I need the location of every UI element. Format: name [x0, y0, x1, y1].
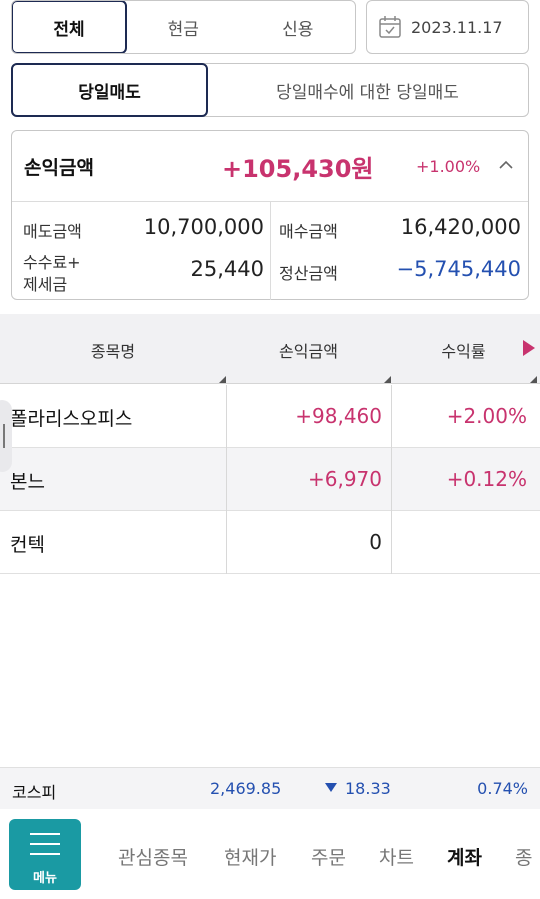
scroll-right-icon[interactable] [523, 340, 535, 356]
sort-corner-icon [219, 376, 226, 383]
header-stock-name[interactable]: 종목명 [0, 338, 226, 362]
settlement-label: 정산금액 [279, 264, 338, 283]
sell-amount-value: 10,700,000 [143, 215, 264, 239]
date-value: 2023.11.17 [411, 17, 503, 37]
market-index-bar[interactable]: 코스피 2,469.85 18.33 0.74% [0, 767, 540, 809]
nav-order[interactable]: 주문 [311, 843, 346, 870]
stock-profit: +98,460 [295, 404, 382, 428]
tab-all[interactable]: 전체 [12, 1, 127, 53]
divider [270, 202, 271, 300]
header-return-rate[interactable]: 수익률 [391, 338, 536, 362]
stock-name: 본느 [10, 471, 45, 493]
index-value: 2,469.85 [210, 779, 282, 798]
sell-amount-label: 매도금액 [23, 222, 82, 241]
stock-profit: +6,970 [307, 467, 382, 491]
nav-account[interactable]: 계좌 [447, 843, 482, 870]
nav-chart[interactable]: 차트 [379, 843, 414, 870]
tab-credit[interactable]: 신용 [241, 1, 356, 53]
index-rate: 0.74% [477, 779, 528, 798]
menu-label: 메뉴 [33, 871, 57, 886]
stock-return: +2.00% [446, 404, 527, 428]
stock-return: +0.12% [446, 467, 527, 491]
index-change: 18.33 [325, 779, 391, 798]
fee-label-line1: 수수료+ [23, 253, 81, 272]
chevron-up-icon[interactable] [498, 157, 514, 173]
tab-same-day-buy-sell[interactable]: 당일매수에 대한 당일매도 [207, 64, 528, 116]
profit-summary-card: 손익금액 +105,430원 +1.00% 매도금액 10,700,000 매수… [11, 130, 529, 300]
hamburger-icon [30, 833, 60, 835]
down-triangle-icon [325, 783, 337, 792]
sort-corner-icon [530, 376, 537, 383]
stock-name: 컨텍 [10, 534, 45, 556]
profit-rate: +1.00% [416, 156, 481, 176]
date-picker[interactable]: 2023.11.17 [366, 0, 529, 54]
fee-label-line2: 제세금 [23, 275, 68, 294]
settlement-value: −5,745,440 [396, 257, 521, 281]
tab-cash[interactable]: 현금 [126, 1, 241, 53]
sale-type-segmented: 당일매도 당일매수에 대한 당일매도 [11, 63, 529, 117]
stock-profit: 0 [369, 530, 382, 554]
table-row[interactable]: 컨텍 0 [0, 511, 540, 574]
bottom-nav: 메뉴 관심종목 현재가 주문 차트 계좌 종 [0, 809, 540, 899]
column-divider [226, 385, 227, 574]
profit-amount: +105,430원 [222, 154, 374, 183]
calendar-icon [379, 16, 401, 38]
tab-same-day-sell[interactable]: 당일매도 [11, 63, 208, 117]
nav-current-price[interactable]: 현재가 [224, 843, 276, 870]
buy-amount-label: 매수금액 [279, 222, 338, 241]
summary-header[interactable]: 손익금액 +105,430원 +1.00% [12, 131, 528, 202]
table-row[interactable]: 본느 +6,970 +0.12% [0, 448, 540, 511]
fee-value: 25,440 [190, 257, 264, 281]
index-name: 코스피 [12, 783, 57, 802]
header-profit-amount[interactable]: 손익금액 [226, 338, 391, 362]
nav-watchlist[interactable]: 관심종목 [118, 843, 188, 870]
column-divider [391, 385, 392, 574]
sort-corner-icon [384, 376, 391, 383]
table-header: 종목명 손익금액 수익률 [0, 314, 540, 384]
nav-more[interactable]: 종 [515, 843, 532, 870]
stock-name: 폴라리스오피스 [10, 408, 133, 430]
table-row[interactable]: 폴라리스오피스 +98,460 +2.00% [0, 385, 540, 448]
summary-details: 매도금액 10,700,000 매수금액 16,420,000 수수료+ 제세금… [12, 202, 528, 300]
drawer-handle[interactable] [0, 400, 12, 472]
menu-button[interactable]: 메뉴 [9, 819, 81, 890]
profit-label: 손익금액 [24, 156, 94, 179]
buy-amount-value: 16,420,000 [400, 215, 521, 239]
account-type-segmented: 전체 현금 신용 [11, 0, 356, 54]
